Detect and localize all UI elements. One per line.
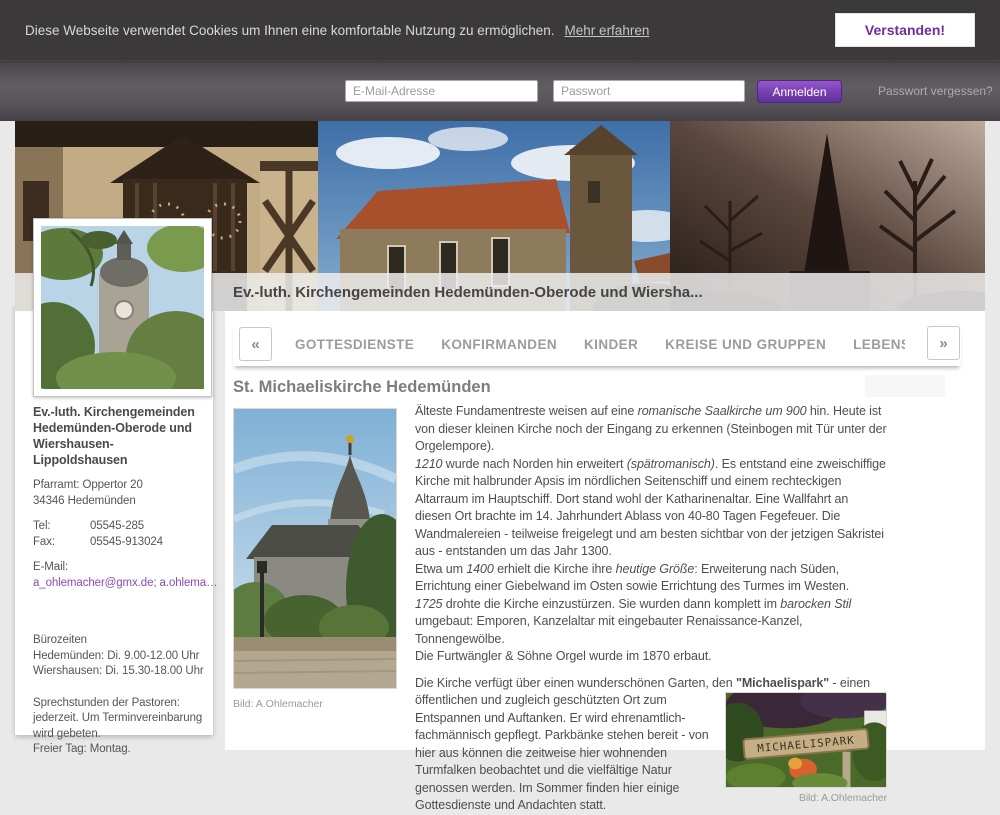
tab-kinder[interactable]: KINDER xyxy=(584,337,638,352)
login-button[interactable]: Anmelden xyxy=(757,80,842,103)
forgot-password-link[interactable]: Passwort vergessen? xyxy=(878,84,993,98)
tel-value: 05545-285 xyxy=(90,520,144,532)
sidebar-office-hours: Bürozeiten Hedemünden: Di. 9.00-12.00 Uh… xyxy=(33,633,205,680)
photo-caption: Bild: A.Ohlemacher xyxy=(233,698,323,710)
office-hours-title: Bürozeiten xyxy=(33,633,205,649)
faded-ghost-element xyxy=(865,375,945,397)
tab-lebensfeste[interactable]: LEBENSFESTE xyxy=(853,337,905,352)
password-input[interactable] xyxy=(553,80,745,102)
tab-konfirmanden[interactable]: KONFIRMANDEN xyxy=(441,337,557,352)
history-paragraph: Älteste Fundamentreste weisen auf eine r… xyxy=(415,403,887,666)
page-title: St. Michaeliskirche Hedemünden xyxy=(233,378,491,397)
nav-next-button[interactable]: » xyxy=(927,326,960,360)
church-tower-thumbnail xyxy=(41,226,204,389)
office-hours-line: Wiershausen: Di. 15.30-18.00 Uhr xyxy=(33,664,205,680)
email-link[interactable]: a_ohlemacher@gmx.de; a.ohlema… xyxy=(33,576,205,592)
michaelispark-image: MICHAELISPARK xyxy=(725,692,887,788)
fax-value: 05545-913024 xyxy=(90,536,163,548)
park-paragraph: Die Kirche verfügt über einen wunderschö… xyxy=(415,675,887,815)
sidebar-phone: Tel:05545-285 Fax:05545-913024 xyxy=(33,519,205,550)
email-input[interactable] xyxy=(345,80,538,102)
chevron-right-icon: » xyxy=(939,335,947,352)
sidebar-consultation: Sprechstunden der Pastoren: jederzeit. U… xyxy=(33,696,205,758)
tab-gottesdienste[interactable]: GOTTESDIENSTE xyxy=(295,337,414,352)
consultation-line: Sprechstunden der Pastoren: xyxy=(33,696,205,712)
cookie-accept-button[interactable]: Verstanden! xyxy=(835,13,975,47)
address-line: Pfarramt: Oppertor 20 xyxy=(33,478,205,494)
nav-prev-button[interactable]: « xyxy=(239,327,272,361)
article-body: Älteste Fundamentreste weisen auf eine r… xyxy=(415,403,887,815)
sidebar-contact-info: Ev.-luth. Kirchengemeinden Hedemünden-Ob… xyxy=(33,404,205,758)
sidebar-church-tower-photo xyxy=(33,218,212,397)
email-label: E-Mail: xyxy=(33,560,205,576)
consultation-line: jederzeit. Um Terminvereinbarung wird ge… xyxy=(33,711,205,742)
photo-caption: Bild: A.Ohlemacher xyxy=(725,792,887,804)
cookie-banner: Diese Webseite verwendet Cookies um Ihne… xyxy=(0,0,1000,60)
sidebar-email: E-Mail: a_ohlemacher@gmx.de; a.ohlema… xyxy=(33,560,205,591)
chevron-left-icon: « xyxy=(251,336,259,353)
michaelispark-photo-block: MICHAELISPARK Bild: A.Ohlemacher xyxy=(725,692,887,804)
sidebar-org-name: Ev.-luth. Kirchengemeinden Hedemünden-Ob… xyxy=(33,404,205,468)
cookie-message: Diese Webseite verwendet Cookies um Ihne… xyxy=(25,23,555,38)
address-line: 34346 Hedemünden xyxy=(33,494,205,510)
cookie-more-link[interactable]: Mehr erfahren xyxy=(565,23,650,38)
site-title: Ev.-luth. Kirchengemeinden Hedemünden-Ob… xyxy=(233,284,703,301)
church-photo xyxy=(233,408,397,689)
fax-row: Fax:05545-913024 xyxy=(33,535,205,551)
tel-label: Tel: xyxy=(33,519,90,535)
office-hours-line: Hedemünden: Di. 9.00-12.00 Uhr xyxy=(33,649,205,665)
michaeliskirche-image xyxy=(234,409,396,688)
login-bar: Anmelden Passwort vergessen? xyxy=(0,60,1000,121)
fax-label: Fax: xyxy=(33,535,90,551)
sidebar-address: Pfarramt: Oppertor 20 34346 Hedemünden xyxy=(33,478,205,509)
tab-kreise-und-gruppen[interactable]: KREISE UND GRUPPEN xyxy=(665,337,826,352)
park-rest-text: und zugleich geschützten Ort zum Entspan… xyxy=(415,693,709,812)
tel-row: Tel:05545-285 xyxy=(33,519,205,535)
nav-tabs: GOTTESDIENSTE KONFIRMANDEN KINDER KREISE… xyxy=(295,337,905,352)
section-navbar: « GOTTESDIENSTE KONFIRMANDEN KINDER KREI… xyxy=(233,322,961,366)
